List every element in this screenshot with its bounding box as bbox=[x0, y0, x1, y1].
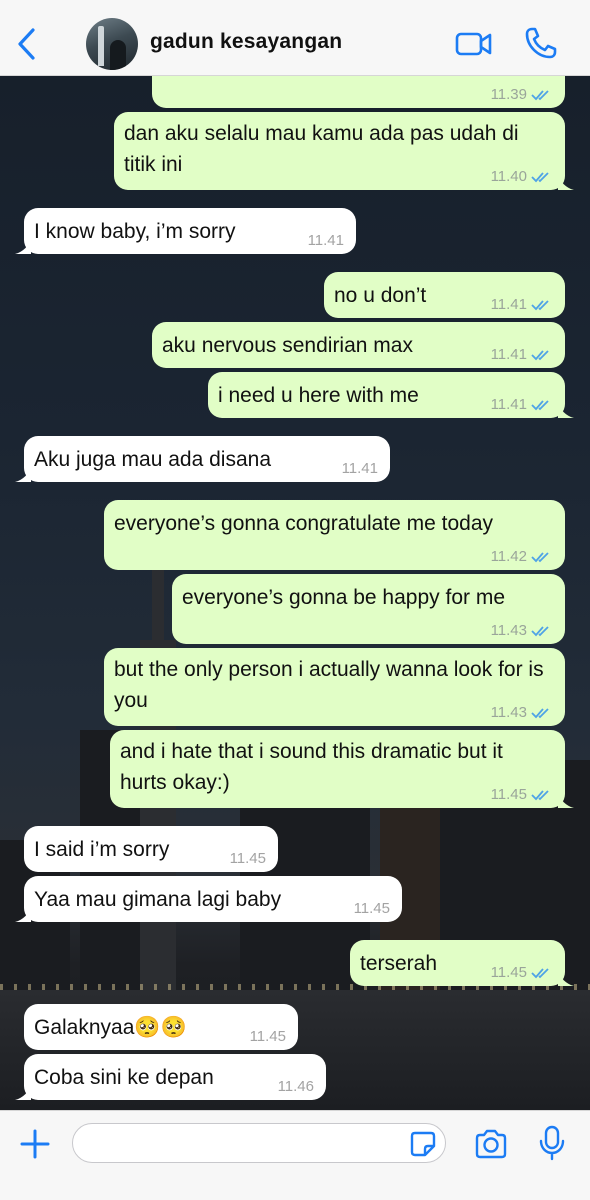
read-ticks-icon bbox=[531, 790, 549, 801]
message-text: Coba sini ke depan bbox=[34, 1066, 214, 1089]
message-text: Aku juga mau ada disana bbox=[34, 448, 271, 471]
message-time: 11.41 bbox=[490, 296, 527, 313]
message-text: I know baby, i’m sorry bbox=[34, 220, 236, 243]
message-text: I said i’m sorry bbox=[34, 838, 170, 861]
message-bubble-outgoing[interactable]: dan aku selalu mau kamu ada pas udah di … bbox=[114, 112, 574, 190]
message-time: 11.45 bbox=[490, 786, 527, 803]
message-time: 11.41 bbox=[490, 396, 527, 413]
message-bubble-outgoing[interactable]: but the only person i actually wanna loo… bbox=[104, 648, 565, 726]
message-time: 11.39 bbox=[490, 86, 527, 103]
attach-button[interactable] bbox=[20, 1129, 50, 1159]
message-bubble-outgoing[interactable]: aku nervous sendirian max 11.41 bbox=[152, 322, 565, 368]
microphone-icon bbox=[539, 1125, 565, 1161]
contact-name[interactable]: gadun kesayangan bbox=[150, 30, 342, 54]
message-time: 11.41 bbox=[307, 232, 344, 249]
chat-header: gadun kesayangan bbox=[0, 0, 590, 76]
message-text: no u don’t bbox=[334, 284, 427, 307]
camera-button[interactable] bbox=[474, 1129, 508, 1159]
message-time: 11.45 bbox=[229, 850, 266, 867]
message-time: 11.41 bbox=[490, 346, 527, 363]
bubble-tail bbox=[558, 402, 574, 418]
message-bubble-outgoing[interactable]: terserah 11.45 bbox=[350, 940, 574, 986]
message-bubble-outgoing[interactable]: everyone’s gonna congratulate me today 1… bbox=[104, 500, 565, 570]
message-time: 11.42 bbox=[490, 548, 527, 565]
message-bubble-incoming[interactable]: Aku juga mau ada disana 11.41 bbox=[15, 436, 390, 482]
voice-call-button[interactable] bbox=[524, 26, 558, 60]
message-input[interactable] bbox=[72, 1123, 446, 1163]
bubble-tail bbox=[558, 970, 574, 986]
message-bubble-outgoing[interactable]: and i hate that i sound this dramatic bu… bbox=[110, 730, 574, 808]
bubble-tail bbox=[15, 1084, 31, 1100]
video-call-button[interactable] bbox=[454, 28, 494, 60]
bubble-tail bbox=[15, 906, 31, 922]
message-text: Galaknyaa🥺🥺 bbox=[34, 1016, 187, 1039]
sticker-button[interactable] bbox=[410, 1131, 436, 1157]
message-text: dan aku selalu mau kamu ada pas udah di … bbox=[124, 122, 519, 176]
read-ticks-icon bbox=[531, 300, 549, 311]
contact-avatar[interactable] bbox=[86, 18, 138, 70]
read-ticks-icon bbox=[531, 90, 549, 101]
bubble-tail bbox=[15, 238, 31, 254]
message-bubble-incoming[interactable]: I know baby, i’m sorry 11.41 bbox=[15, 208, 356, 254]
camera-icon bbox=[475, 1129, 507, 1159]
message-time: 11.46 bbox=[277, 1078, 314, 1095]
bubble-tail bbox=[558, 174, 574, 190]
bubble-tail bbox=[15, 466, 31, 482]
message-bubble-incoming[interactable]: Yaa mau gimana lagi baby 11.45 bbox=[15, 876, 402, 922]
read-ticks-icon bbox=[531, 626, 549, 637]
message-bubble-outgoing[interactable]: everyone’s gonna be happy for me 11.43 bbox=[172, 574, 565, 644]
video-camera-icon bbox=[455, 32, 492, 56]
message-bubble-outgoing[interactable]: i need u here with me 11.41 bbox=[208, 372, 574, 418]
message-bubble-incoming[interactable]: Galaknyaa🥺🥺 11.45 bbox=[24, 1004, 298, 1050]
message-text: aku nervous sendirian max bbox=[162, 334, 413, 357]
message-time: 11.43 bbox=[490, 622, 527, 639]
composer-bar bbox=[0, 1110, 590, 1200]
sticker-icon bbox=[410, 1131, 436, 1157]
chat-area[interactable]: 11.39 dan aku selalu mau kamu ada pas ud… bbox=[0, 76, 590, 1110]
message-text: i need u here with me bbox=[218, 384, 419, 407]
message-bubble-outgoing[interactable]: 11.39 bbox=[152, 76, 565, 108]
message-text: but the only person i actually wanna loo… bbox=[114, 658, 544, 712]
chevron-left-icon bbox=[18, 28, 35, 60]
message-time: 11.45 bbox=[249, 1028, 286, 1045]
message-bubble-outgoing[interactable]: no u don’t 11.41 bbox=[324, 272, 565, 318]
back-button[interactable] bbox=[14, 26, 40, 62]
microphone-button[interactable] bbox=[538, 1125, 566, 1161]
message-text: Yaa mau gimana lagi baby bbox=[34, 888, 282, 911]
message-text: everyone’s gonna be happy for me bbox=[182, 586, 505, 609]
message-time: 11.43 bbox=[490, 704, 527, 721]
read-ticks-icon bbox=[531, 172, 549, 183]
read-ticks-icon bbox=[531, 708, 549, 719]
bubble-tail bbox=[558, 792, 574, 808]
message-time: 11.45 bbox=[490, 964, 527, 981]
read-ticks-icon bbox=[531, 968, 549, 979]
message-bubble-incoming[interactable]: I said i’m sorry 11.45 bbox=[24, 826, 278, 872]
message-text: and i hate that i sound this dramatic bu… bbox=[120, 740, 503, 794]
plus-icon bbox=[20, 1129, 50, 1159]
message-time: 11.45 bbox=[353, 900, 390, 917]
message-text: everyone’s gonna congratulate me today bbox=[114, 512, 494, 535]
read-ticks-icon bbox=[531, 350, 549, 361]
message-text: terserah bbox=[360, 952, 438, 975]
message-time: 11.41 bbox=[341, 460, 378, 477]
read-ticks-icon bbox=[531, 400, 549, 411]
phone-icon bbox=[525, 27, 557, 59]
message-bubble-incoming[interactable]: Coba sini ke depan 11.46 bbox=[15, 1054, 326, 1100]
read-ticks-icon bbox=[531, 552, 549, 563]
message-time: 11.40 bbox=[490, 168, 527, 185]
